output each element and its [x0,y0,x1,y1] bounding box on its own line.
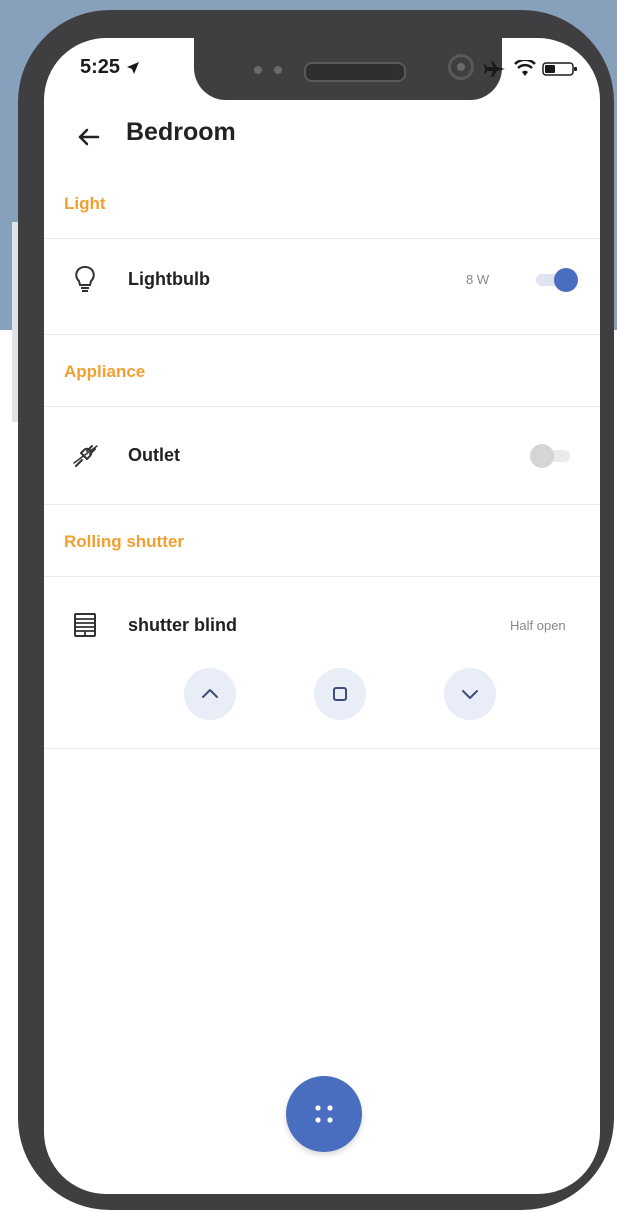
device-row-lightbulb[interactable]: Lightbulb 8 W [44,248,600,312]
toggle-knob [554,268,578,292]
divider [44,576,600,577]
status-icons [484,60,584,80]
shutter-stop-button[interactable] [314,668,366,720]
toggle-knob [530,444,554,468]
camera-icon [448,54,474,80]
device-row-outlet[interactable]: Outlet [44,424,600,488]
stop-square-icon [333,687,347,701]
shutter-up-button[interactable] [184,668,236,720]
section-title: Light [64,194,106,213]
back-arrow-icon[interactable] [74,122,104,152]
phone-screen: 5:25 Bedroom Light Lightbulb 8 W Applian… [44,38,600,1194]
device-name: Outlet [128,445,180,465]
shutter-state: Half open [510,618,566,633]
sensor-dot [274,66,282,74]
dots-grid-icon [315,1105,333,1123]
top-bar: Bedroom [44,114,600,164]
wifi-icon [514,60,536,76]
phone-notch [194,38,502,100]
speaker-grille [304,62,406,82]
chevron-down-icon [462,690,478,699]
divider [44,334,600,335]
status-time: 5:25 [80,56,140,79]
device-name: shutter blind [128,615,237,635]
power-reading: 8 W [466,272,490,287]
divider [44,504,600,505]
device-row-shutter-blind[interactable]: shutter blind Half open [44,594,600,658]
device-name: Lightbulb [128,269,210,289]
section-title: Appliance [64,362,146,381]
plug-icon [73,445,98,467]
lightbulb-icon [75,265,95,292]
divider [44,238,600,239]
shutter-down-button[interactable] [444,668,496,720]
location-arrow-icon [126,61,139,74]
status-time-text: 5:25 [80,56,121,78]
chevron-up-icon [202,689,218,698]
outlet-toggle[interactable] [530,444,578,468]
airplane-icon [484,61,505,77]
menu-fab-button[interactable] [286,1076,362,1152]
divider [44,406,600,407]
phone-frame: 5:25 Bedroom Light Lightbulb 8 W Applian… [18,10,614,1210]
section-title: Rolling shutter [64,532,184,551]
divider [44,748,600,749]
battery-icon [542,62,577,76]
lightbulb-toggle[interactable] [532,268,580,292]
page-title: Bedroom [126,118,236,146]
shutter-icon [74,613,96,637]
sensor-dot [254,66,262,74]
